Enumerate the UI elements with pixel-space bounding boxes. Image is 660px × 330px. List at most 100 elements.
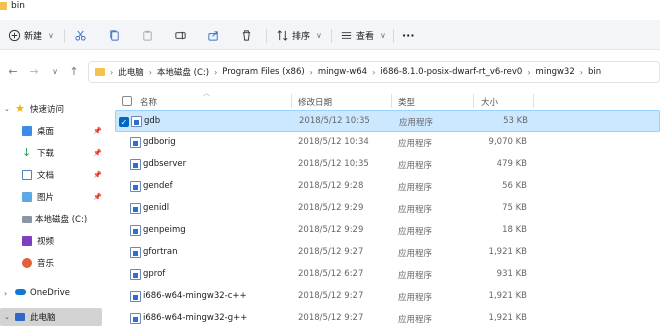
copy-icon <box>110 29 119 41</box>
executable-icon <box>130 313 141 324</box>
folder-icon <box>0 2 7 10</box>
sidebar-item-onedrive[interactable]: › OneDrive <box>0 282 102 304</box>
sort-button[interactable]: 排序 ∨ <box>276 26 322 44</box>
up-button[interactable]: ↑ <box>67 64 81 78</box>
paste-button[interactable] <box>141 26 154 44</box>
file-type: 应用程序 <box>398 139 433 149</box>
column-divider[interactable] <box>533 94 534 108</box>
breadcrumb-separator: › <box>527 67 531 77</box>
breadcrumb-item[interactable]: 此电脑 <box>118 66 144 78</box>
column-header-type[interactable]: 类型 <box>398 96 415 108</box>
file-type: 应用程序 <box>398 161 433 171</box>
sort-icon <box>277 29 288 41</box>
sidebar-item-label: 图片 <box>37 193 55 203</box>
share-button[interactable] <box>207 26 220 44</box>
download-icon: ↓ <box>22 146 32 159</box>
back-button[interactable]: ← <box>6 64 20 78</box>
cut-button[interactable] <box>74 26 87 44</box>
copy-button[interactable] <box>108 26 121 44</box>
file-size: 1,921 KB <box>488 291 527 301</box>
sidebar-item-label: OneDrive <box>30 288 70 298</box>
file-name: genidl <box>143 203 170 213</box>
column-header-modified[interactable]: 修改日期 <box>298 96 332 108</box>
divider <box>266 29 267 43</box>
file-type: 应用程序 <box>398 249 433 259</box>
new-button[interactable]: 新建 ∨ <box>8 26 54 44</box>
file-name: i686-w64-mingw32-g++ <box>143 313 248 323</box>
file-row[interactable]: gdbserver 2018/5/12 10:35 应用程序 479 KB <box>115 154 660 176</box>
breadcrumb-separator: › <box>214 67 218 77</box>
column-divider[interactable] <box>291 94 292 108</box>
sidebar-item-label: 下载 <box>37 149 55 159</box>
sidebar-item-local-disk[interactable]: 本地磁盘 (C:) <box>0 208 102 230</box>
breadcrumb-item[interactable]: bin <box>588 67 601 77</box>
sidebar-item-quick-access[interactable]: ⌄ ★ 快速访问 <box>0 98 102 120</box>
executable-icon <box>130 203 141 214</box>
file-size: 1,921 KB <box>488 247 527 257</box>
forward-button[interactable]: → <box>27 64 41 78</box>
file-name: gdbserver <box>143 159 187 169</box>
file-type: 应用程序 <box>398 271 433 281</box>
column-divider[interactable] <box>473 94 474 108</box>
file-type: 应用程序 <box>398 183 433 193</box>
file-name: gendef <box>143 181 173 191</box>
file-row[interactable]: i686-w64-mingw32-c++ 2018/5/12 9:27 应用程序… <box>115 286 660 308</box>
sidebar-item-documents[interactable]: 文档 📌 <box>0 164 102 186</box>
breadcrumb-separator: › <box>110 67 114 77</box>
file-row[interactable]: genpeimg 2018/5/12 9:29 应用程序 18 KB <box>115 220 660 242</box>
file-row[interactable]: gendef 2018/5/12 9:28 应用程序 56 KB <box>115 176 660 198</box>
executable-icon <box>130 247 141 258</box>
file-modified: 2018/5/12 10:34 <box>298 137 369 147</box>
column-divider[interactable] <box>391 94 392 108</box>
view-button[interactable]: 查看 ∨ <box>340 26 386 44</box>
sidebar-item-music[interactable]: 音乐 <box>0 252 102 274</box>
music-icon <box>22 258 32 268</box>
breadcrumb-item[interactable]: mingw32 <box>536 67 575 77</box>
sidebar-item-videos[interactable]: 视频 <box>0 230 102 252</box>
file-row[interactable]: i686-w64-mingw32-g++ 2018/5/12 9:27 应用程序… <box>115 308 660 330</box>
sidebar-item-this-pc[interactable]: ⌄ 此电脑 <box>0 308 102 326</box>
desktop-icon <box>22 126 32 136</box>
breadcrumb-separator: › <box>148 67 152 77</box>
breadcrumb-item[interactable]: i686-8.1.0-posix-dwarf-rt_v6-rev0 <box>380 67 522 77</box>
sidebar-item-desktop[interactable]: 桌面 📌 <box>0 120 102 142</box>
divider <box>393 29 394 43</box>
new-button-label: 新建 <box>24 31 43 42</box>
cloud-icon <box>15 289 26 295</box>
executable-icon <box>130 291 141 302</box>
file-modified: 2018/5/12 9:29 <box>298 225 364 235</box>
breadcrumb-item[interactable]: Program Files (x86) <box>222 67 304 77</box>
select-all-checkbox[interactable] <box>122 96 132 106</box>
file-row[interactable]: gprof 2018/5/12 6:27 应用程序 931 KB <box>115 264 660 286</box>
file-row[interactable]: ✓ gdb 2018/5/12 10:35 应用程序 53 KB <box>115 110 660 132</box>
file-name: gprof <box>143 269 166 279</box>
sidebar-item-label: 本地磁盘 (C:) <box>35 215 88 225</box>
file-size: 9,070 KB <box>488 137 527 147</box>
rename-button[interactable] <box>174 26 187 44</box>
file-row[interactable]: genidl 2018/5/12 9:29 应用程序 75 KB <box>115 198 660 220</box>
column-header-size[interactable]: 大小 <box>481 96 498 108</box>
address-bar[interactable]: › 此电脑 › 本地磁盘 (C:) › Program Files (x86) … <box>88 61 660 83</box>
file-modified: 2018/5/12 9:29 <box>298 203 364 213</box>
sidebar-item-downloads[interactable]: ↓ 下载 📌 <box>0 142 102 164</box>
navigation-bar: ← → ∨ ↑ › 此电脑 › 本地磁盘 (C:) › Program File… <box>0 56 660 88</box>
sidebar-item-pictures[interactable]: 图片 📌 <box>0 186 102 208</box>
file-row[interactable]: gfortran 2018/5/12 9:27 应用程序 1,921 KB <box>115 242 660 264</box>
breadcrumb-item[interactable]: 本地磁盘 (C:) <box>157 66 209 78</box>
view-list-icon <box>341 31 352 39</box>
file-row[interactable]: gdborig 2018/5/12 10:34 应用程序 9,070 KB <box>115 132 660 154</box>
row-checkbox-checked[interactable]: ✓ <box>119 117 129 127</box>
breadcrumb-item[interactable]: mingw-w64 <box>318 67 367 77</box>
recent-locations-button[interactable]: ∨ <box>48 64 62 78</box>
sidebar-item-label: 快速访问 <box>30 105 65 115</box>
file-modified: 2018/5/12 9:27 <box>298 291 364 301</box>
computer-icon <box>15 313 25 321</box>
chevron-right-icon: › <box>4 288 8 298</box>
file-name: genpeimg <box>143 225 186 235</box>
chevron-down-icon: ⌄ <box>4 313 10 321</box>
column-header-name[interactable]: 名称 <box>140 96 157 108</box>
sidebar-item-label: 视频 <box>37 237 55 247</box>
more-options-button[interactable]: ··· <box>402 26 415 44</box>
delete-button[interactable] <box>240 26 253 44</box>
pin-icon: 📌 <box>93 149 102 157</box>
